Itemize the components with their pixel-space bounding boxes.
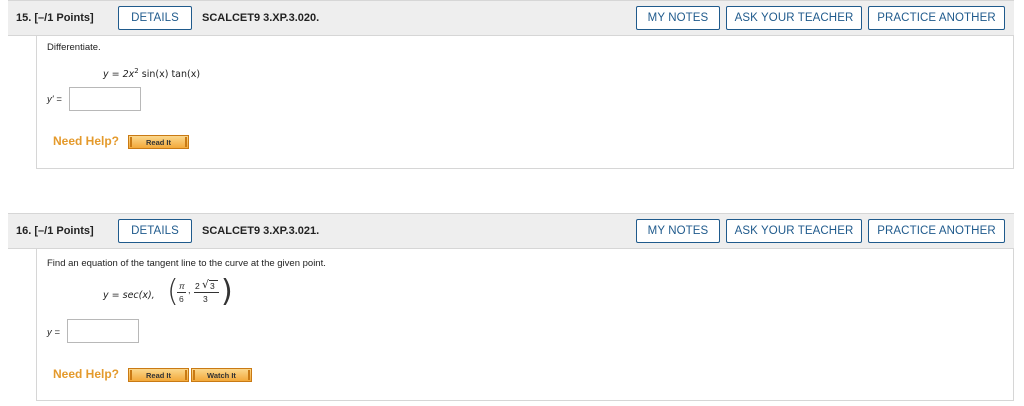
practice-another-button[interactable]: PRACTICE ANOTHER (868, 219, 1005, 243)
question-prompt: Differentiate. (47, 42, 101, 53)
point-x-denominator: 6 (179, 294, 184, 304)
details-button[interactable]: DETAILS (118, 6, 192, 30)
point-y-numerator: 2 (195, 281, 200, 291)
question-code: SCALCET9 3.XP.3.021. (202, 225, 320, 237)
question-15-header: 15. [–/1 Points] DETAILS SCALCET9 3.XP.3… (8, 0, 1014, 36)
need-help-label: Need Help? (53, 134, 120, 148)
question-number: 16. [–/1 Points] (16, 225, 94, 237)
need-help-label: Need Help? (53, 367, 120, 381)
given-point: ( π 6 , 2 √ 3 3 ) (167, 274, 235, 310)
question-16-body: Find an equation of the tangent line to … (36, 249, 1014, 401)
my-notes-button[interactable]: MY NOTES (636, 6, 720, 30)
ask-your-teacher-button[interactable]: ASK YOUR TEACHER (726, 6, 862, 30)
point-y-root: 3 (210, 281, 215, 291)
practice-another-button[interactable]: PRACTICE ANOTHER (868, 6, 1005, 30)
question-prompt: Find an equation of the tangent line to … (47, 258, 326, 269)
answer-label: y = (47, 327, 60, 338)
answer-input[interactable] (67, 319, 139, 343)
watch-it-button[interactable]: Watch It (191, 368, 252, 382)
question-code: SCALCET9 3.XP.3.020. (202, 12, 320, 24)
question-number: 15. [–/1 Points] (16, 12, 94, 24)
read-it-button[interactable]: Read It (128, 135, 189, 149)
comma: , (188, 285, 191, 295)
answer-input[interactable] (69, 87, 141, 111)
fraction-bar (194, 292, 219, 293)
my-notes-button[interactable]: MY NOTES (636, 219, 720, 243)
sqrt-icon: √ (202, 278, 210, 291)
fraction-bar (177, 292, 186, 293)
question-16-header: 16. [–/1 Points] DETAILS SCALCET9 3.XP.3… (8, 213, 1014, 249)
read-it-button[interactable]: Read It (128, 368, 189, 382)
answer-label: y' = (47, 94, 62, 105)
equation: y = sec(x), (103, 290, 155, 301)
right-paren: ) (221, 274, 233, 309)
point-y-denominator: 3 (203, 294, 208, 304)
question-15-body: Differentiate. y = 2x2 sin(x) tan(x) y' … (36, 36, 1014, 169)
ask-your-teacher-button[interactable]: ASK YOUR TEACHER (726, 219, 862, 243)
equation: y = 2x2 sin(x) tan(x) (103, 67, 201, 81)
point-x-numerator: π (179, 281, 185, 291)
details-button[interactable]: DETAILS (118, 219, 192, 243)
